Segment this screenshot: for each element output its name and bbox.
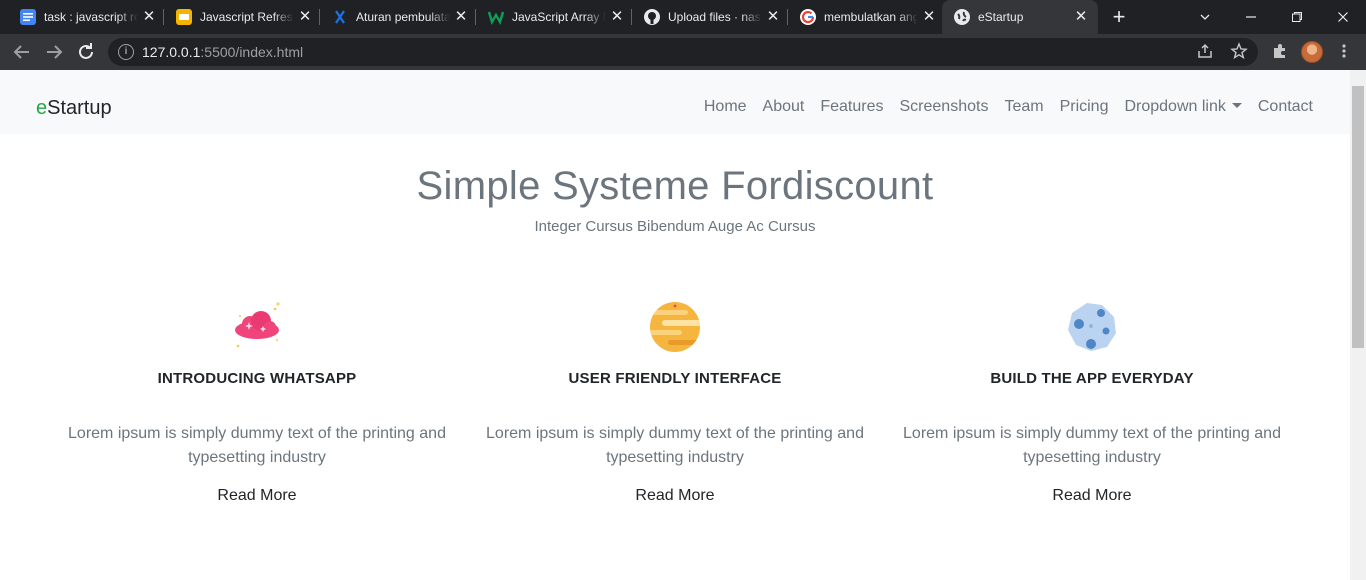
orange-planet-icon (650, 302, 700, 352)
back-arrow-icon[interactable] (10, 40, 34, 64)
minimize-window-icon[interactable] (1228, 0, 1274, 34)
blue-moon-icon (1068, 303, 1116, 351)
hero-subtitle: Integer Cursus Bibendum Auge Ac Cursus (534, 218, 816, 235)
browser-tab-estartup[interactable]: eStartup ✕ (942, 0, 1098, 34)
close-tab-icon[interactable]: ✕ (453, 9, 469, 25)
browser-tab-membulatkan[interactable]: membulatkan ang ✕ (780, 0, 944, 34)
tab-label: Aturan pembulata (356, 10, 450, 24)
site-x-logo-icon (332, 9, 348, 25)
hero-title: Simple Systeme Fordiscount (416, 164, 934, 208)
nav-pricing[interactable]: Pricing (1060, 97, 1109, 117)
google-docs-icon (20, 9, 36, 25)
reload-icon[interactable] (74, 40, 98, 64)
tab-label: Javascript Refresh (200, 10, 294, 24)
close-tab-icon[interactable]: ✕ (141, 9, 157, 25)
pink-cloud-sparkle-icon (235, 302, 280, 348)
nav-home[interactable]: Home (704, 97, 747, 117)
close-tab-icon[interactable]: ✕ (1073, 9, 1089, 25)
close-tab-icon[interactable]: ✕ (765, 9, 781, 25)
feature-card: BUILD THE APP EVERYDAY Lorem ipsum is si… (892, 300, 1292, 506)
nav-dropdown[interactable]: Dropdown link (1124, 97, 1242, 117)
tab-label: eStartup (978, 10, 1024, 24)
nav-team[interactable]: Team (1004, 97, 1043, 117)
url-path: :5500/index.html (200, 44, 304, 60)
url-host: 127.0.0.1 (142, 44, 201, 60)
menu-kebab-icon[interactable] (1334, 42, 1354, 62)
feature-description: Lorem ipsum is simply dummy text of the … (486, 425, 864, 466)
site-info-icon[interactable]: i (118, 44, 134, 60)
globe-icon (954, 9, 970, 25)
brand-logo[interactable]: eStartup (36, 96, 112, 120)
tab-label: Upload files · nas (668, 10, 761, 24)
scrollbar-thumb[interactable] (1352, 86, 1364, 348)
nav-links: Home About Features Screenshots Team Pri… (688, 97, 1313, 117)
browser-tab-javascript-array[interactable]: JavaScript Array M ✕ (468, 0, 632, 34)
nav-features[interactable]: Features (820, 97, 883, 117)
feature-title: USER FRIENDLY INTERFACE (568, 370, 782, 387)
tab-label: membulatkan ang (824, 10, 918, 24)
feature-description: Lorem ipsum is simply dummy text of the … (903, 425, 1281, 466)
browser-tab-strip: task : javascript re ✕ Javascript Refres… (0, 0, 1366, 34)
browser-tab-aturan-pembulatan[interactable]: Aturan pembulata ✕ (312, 0, 476, 34)
bookmark-star-icon[interactable] (1229, 42, 1249, 62)
nav-contact[interactable]: Contact (1258, 97, 1313, 117)
profile-avatar[interactable] (1301, 41, 1323, 63)
forward-arrow-icon[interactable] (42, 40, 66, 64)
page-scrollbar[interactable] (1350, 70, 1366, 580)
page-viewport: eStartup Home About Features Screenshots… (0, 70, 1350, 580)
feature-card: USER FRIENDLY INTERFACE Lorem ipsum is s… (475, 300, 875, 506)
tab-search-chevron-icon[interactable] (1182, 0, 1228, 34)
close-window-icon[interactable] (1320, 0, 1366, 34)
github-icon (644, 9, 660, 25)
nav-screenshots[interactable]: Screenshots (900, 97, 989, 117)
browser-tab-javascript-refresh[interactable]: Javascript Refresh ✕ (156, 0, 320, 34)
caret-down-icon (1231, 103, 1242, 108)
browser-tab-upload-files[interactable]: Upload files · nas ✕ (624, 0, 788, 34)
nav-dropdown-label: Dropdown link (1124, 98, 1226, 115)
close-tab-icon[interactable]: ✕ (297, 9, 313, 25)
read-more-link[interactable]: Read More (635, 486, 714, 506)
feature-card: INTRODUCING WHATSAPP Lorem ipsum is simp… (57, 300, 457, 506)
share-icon[interactable] (1195, 42, 1215, 62)
new-tab-button[interactable]: + (1108, 6, 1130, 29)
close-tab-icon[interactable]: ✕ (921, 9, 937, 25)
feature-description: Lorem ipsum is simply dummy text of the … (68, 425, 446, 466)
tab-label: task : javascript re (44, 10, 138, 24)
nav-about[interactable]: About (763, 97, 805, 117)
browser-toolbar: i 127.0.0.1:5500/index.html (0, 34, 1366, 70)
google-slides-icon (176, 9, 192, 25)
tab-label: JavaScript Array M (512, 10, 606, 24)
restore-window-icon[interactable] (1274, 0, 1320, 34)
address-url: 127.0.0.1:5500/index.html (142, 45, 303, 60)
brand-name: Startup (47, 97, 112, 119)
w3schools-icon (487, 9, 505, 26)
brand-accent-letter: e (36, 97, 48, 119)
close-tab-icon[interactable]: ✕ (609, 9, 625, 25)
feature-title: BUILD THE APP EVERYDAY (990, 370, 1194, 387)
extensions-puzzle-icon[interactable] (1270, 42, 1290, 62)
site-navbar: eStartup Home About Features Screenshots… (0, 70, 1350, 134)
read-more-link[interactable]: Read More (1052, 486, 1131, 506)
feature-title: INTRODUCING WHATSAPP (157, 370, 357, 387)
browser-tab-task[interactable]: task : javascript re ✕ (0, 0, 164, 34)
read-more-link[interactable]: Read More (217, 486, 296, 506)
google-icon (800, 9, 816, 25)
address-bar[interactable]: i 127.0.0.1:5500/index.html (108, 38, 1258, 66)
